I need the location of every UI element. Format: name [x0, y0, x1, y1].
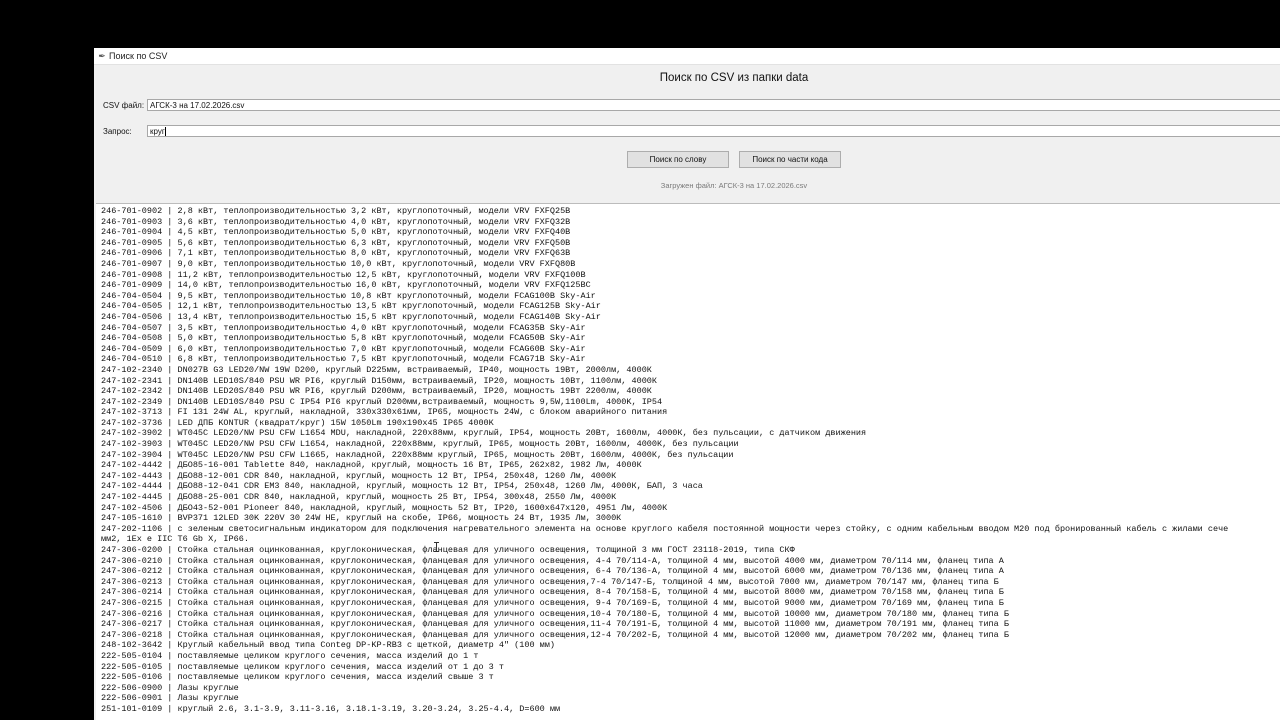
result-line: 246-704-0508 | 5,0 кВт, теплопроизводите…	[101, 333, 586, 344]
result-line: 247-102-4445 | ДБО88-25-001 CDR 840, нак…	[101, 492, 617, 503]
result-line: 246-704-0505 | 12,1 кВт, теплопроизводит…	[101, 301, 601, 312]
result-line: 246-701-0905 | 5,6 кВт, теплопроизводите…	[101, 237, 571, 248]
feather-icon: ✒	[98, 50, 106, 61]
result-line: 246-701-0907 | 9,0 кВт, теплопроизводите…	[101, 258, 576, 269]
result-line: 247-102-4506 | ДБО43-52-001 Pioneer 840,…	[101, 502, 668, 513]
result-line: 247-306-0218 | Стойка стальная оцинкован…	[101, 629, 1009, 640]
result-line: 247-102-3903 | WT045C LED20/NW PSU CFW L…	[101, 439, 739, 450]
result-line: 222-505-0106 | поставляемые целиком круг…	[101, 672, 494, 683]
csv-file-value: АГСК-3 на 17.02.2026.csv	[150, 101, 245, 110]
result-line: 247-102-3904 | WT045C LED20/NW PSU CFW L…	[101, 449, 734, 460]
result-line: 246-701-0903 | 3,6 кВт, теплопроизводите…	[101, 216, 571, 227]
result-line: 247-102-4444 | ДБО88-12-041 CDR EM3 840,…	[101, 481, 703, 492]
result-line: 247-102-2340 | DN027B G3 LED20/NW 19W D2…	[101, 364, 652, 375]
query-input[interactable]: круг	[147, 125, 1280, 137]
text-caret	[164, 127, 166, 137]
result-line: 247-102-3736 | LED ДПБ KONTUR (квадрат/к…	[101, 417, 494, 428]
title-bar[interactable]: ✒ Поиск по CSV	[94, 48, 1280, 65]
results-list: 246-701-0902 | 2,8 кВт, теплопроизводите…	[96, 204, 1280, 715]
result-line: 247-102-2341 | DN140B LED10S/840 PSU WR …	[101, 375, 657, 386]
result-line: 246-704-0509 | 6,0 кВт, теплопроизводите…	[101, 343, 586, 354]
result-line: 246-704-0504 | 9,5 кВт, теплопроизводите…	[101, 290, 596, 301]
result-line: 222-505-0105 | поставляемые целиком круг…	[101, 661, 504, 672]
result-line: 246-704-0510 | 6,8 кВт, теплопроизводите…	[101, 354, 586, 365]
result-line: 247-306-0200 | Стойка стальная оцинкован…	[101, 545, 795, 555]
result-line: 248-102-3642 | Круглый кабельный ввод ти…	[101, 640, 555, 651]
result-line: 247-105-1610 | BVP371 12LED 30K 220V 30 …	[101, 513, 622, 524]
result-line: 222-506-0900 | Лазы круглые	[101, 682, 239, 693]
csv-file-field[interactable]: АГСК-3 на 17.02.2026.csv	[147, 99, 1280, 111]
result-line: 247-306-0217 | Стойка стальная оцинкован…	[101, 619, 1009, 630]
results-text-area[interactable]: 246-701-0902 | 2,8 кВт, теплопроизводите…	[96, 203, 1280, 720]
result-line: 251-101-0109 | круглый 2.6, 3.1-3.9, 3.1…	[101, 703, 561, 714]
result-line: 247-102-3713 | FI 131 24W AL, круглый, н…	[101, 407, 668, 418]
result-line: мм2, 1Ex e IIC T6 Gb X, IP66.	[101, 534, 249, 545]
result-line: 247-102-4443 | ДБО88-12-001 CDR 840, нак…	[101, 470, 617, 481]
csv-file-label: CSV файл:	[103, 101, 145, 110]
search-word-button[interactable]: Поиск по слову	[627, 151, 729, 168]
result-line: 222-506-0901 | Лазы круглые	[101, 693, 239, 704]
result-line: 247-306-0215 | Стойка стальная оцинкован…	[101, 597, 1004, 608]
result-line: 246-701-0908 | 11,2 кВт, теплопроизводит…	[101, 269, 586, 280]
result-line: 246-701-0909 | 14,0 кВт, теплопроизводит…	[101, 280, 591, 291]
result-line: 247-102-4442 | ДБО85-16-001 Tablette 840…	[101, 460, 642, 471]
result-line: 247-102-2349 | DN140B LED10S/840 PSU C I…	[101, 396, 663, 407]
app-window: ✒ Поиск по CSV Поиск по CSV из папки dat…	[94, 48, 1280, 720]
result-line: 247-306-0213 | Стойка стальная оцинкован…	[101, 576, 999, 587]
result-line: 246-704-0506 | 13,4 кВт, теплопроизводит…	[101, 311, 601, 322]
query-label: Запрос:	[103, 127, 132, 136]
result-line: 247-306-0216 | Стойка стальная оцинкован…	[101, 608, 1009, 619]
window-title: Поиск по CSV	[109, 51, 168, 61]
result-line: 247-306-0214 | Стойка стальная оцинкован…	[101, 587, 1004, 598]
result-line: 246-701-0902 | 2,8 кВт, теплопроизводите…	[101, 206, 571, 216]
result-line: 247-306-0212 | Стойка стальная оцинкован…	[101, 566, 1004, 577]
result-line: 247-102-2342 | DN140B LED20S/840 PSU WR …	[101, 386, 652, 397]
result-line: 246-701-0906 | 7,1 кВт, теплопроизводите…	[101, 248, 571, 259]
page-title: Поиск по CSV из папки data	[659, 72, 809, 84]
result-line: 247-202-1106 | с зеленым светосигнальным…	[101, 523, 1229, 534]
result-line: 222-505-0104 | поставляемые целиком круг…	[101, 650, 479, 661]
query-value: круг	[150, 127, 165, 136]
search-code-button[interactable]: Поиск по части кода	[739, 151, 841, 168]
result-line: 247-306-0210 | Стойка стальная оцинкован…	[101, 555, 1004, 566]
result-line: 246-704-0507 | 3,5 кВт, теплопроизводите…	[101, 322, 586, 333]
text-cursor-icon	[434, 542, 439, 552]
result-line: 246-701-0904 | 4,5 кВт, теплопроизводите…	[101, 227, 571, 238]
result-line: 247-102-3902 | WT045C LED20/NW PSU CFW L…	[101, 428, 867, 439]
status-text: Загружен файл: АГСК-3 на 17.02.2026.csv	[660, 181, 808, 190]
